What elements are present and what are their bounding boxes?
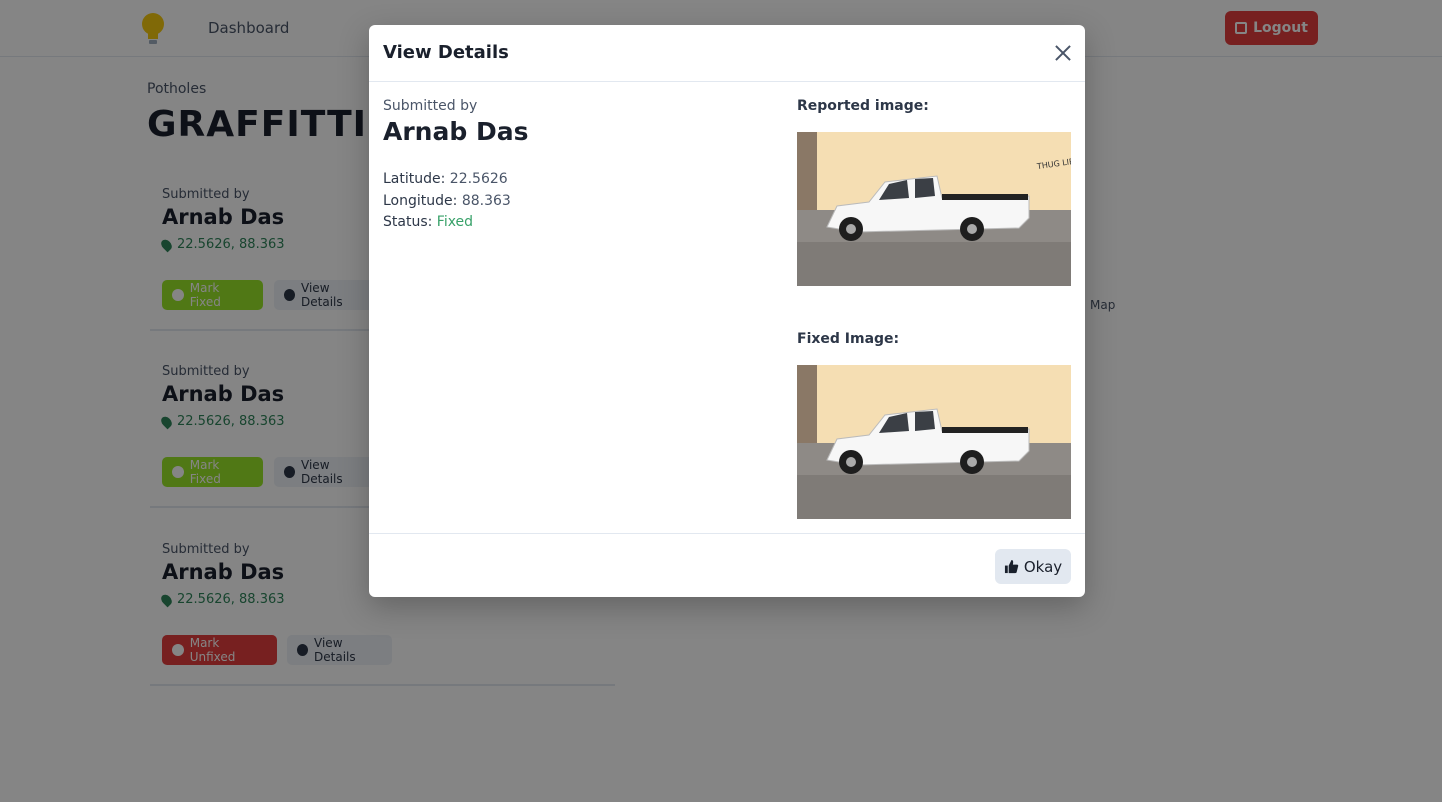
latitude-value: 22.5626	[449, 171, 508, 187]
thumbs-up-icon	[1004, 559, 1019, 574]
okay-label: Okay	[1023, 557, 1063, 576]
close-icon[interactable]	[1051, 41, 1075, 65]
longitude-label: Longitude:	[383, 193, 458, 209]
submitter-name: Arnab Das	[383, 117, 529, 146]
modal-footer: Okay	[369, 533, 1085, 597]
reported-image-label: Reported image:	[797, 98, 929, 114]
status-value: Fixed	[436, 214, 474, 230]
latitude-label: Latitude:	[383, 171, 446, 187]
modal-header: View Details	[369, 25, 1085, 82]
okay-button[interactable]: Okay	[995, 549, 1071, 584]
status-line: Status: Fixed	[383, 214, 473, 230]
latitude-line: Latitude: 22.5626	[383, 171, 508, 187]
submitted-by-label: Submitted by	[383, 98, 478, 114]
reported-image: THUG LIFE	[797, 132, 1071, 286]
longitude-value: 88.363	[461, 193, 511, 209]
fixed-image-label: Fixed Image:	[797, 331, 900, 347]
status-label: Status:	[383, 214, 433, 230]
view-details-modal: View Details Submitted by Arnab Das Lati…	[369, 25, 1085, 597]
modal-title: View Details	[383, 42, 509, 63]
fixed-image	[797, 365, 1071, 519]
longitude-line: Longitude: 88.363	[383, 193, 511, 209]
